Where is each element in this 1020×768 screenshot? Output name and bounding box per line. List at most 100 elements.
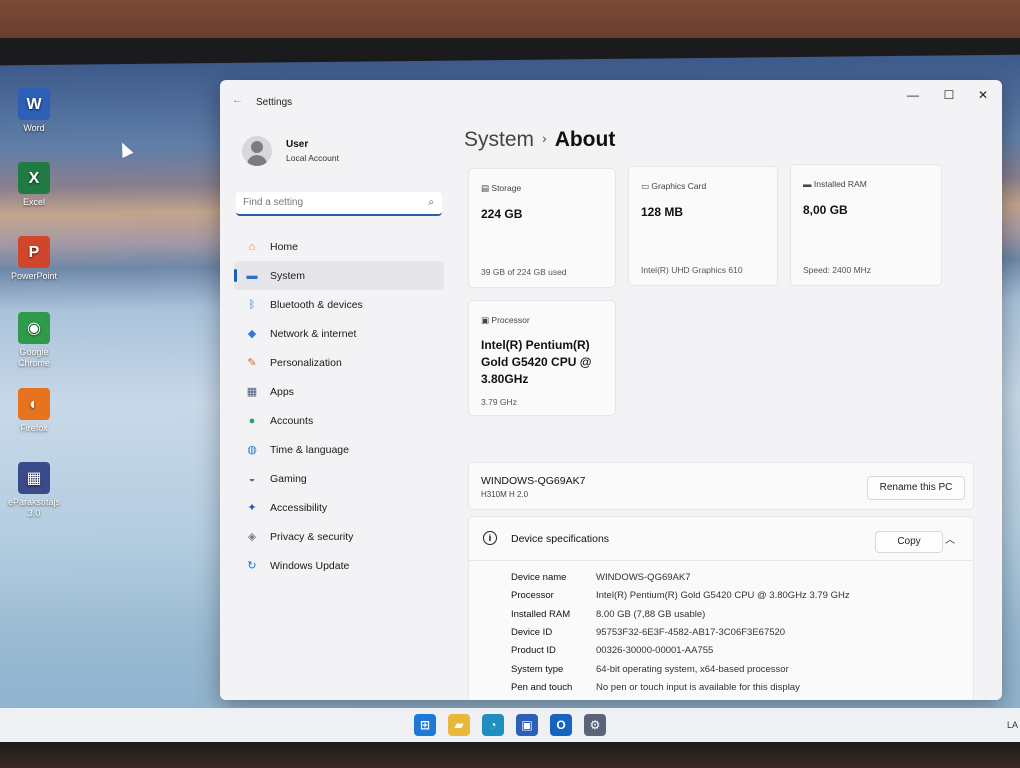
graphics-value: 128 MB (641, 205, 684, 219)
storage-label: ▤ Storage (481, 183, 522, 193)
sidebar-item-label: Bluetooth & devices (270, 298, 363, 311)
powerpoint-icon: P (18, 236, 50, 268)
desktop-icon-firefox[interactable]: ◐ Firefox (4, 388, 64, 434)
monitor-bezel-bottom (0, 742, 1020, 768)
search-input[interactable]: Find a setting ⌕ (236, 192, 442, 216)
sidebar-item-label: Home (270, 240, 299, 253)
account-type: Local Account (286, 153, 339, 163)
search-icon: ⌕ (428, 197, 434, 208)
edge-icon[interactable]: ◔ (482, 714, 504, 736)
system-icon: ▬ (246, 269, 258, 282)
sidebar-item-home[interactable]: ⌂ Home (234, 232, 444, 261)
chevron-right-icon: › (542, 130, 547, 146)
ram-icon: ▬ (803, 179, 814, 189)
file-explorer-icon[interactable]: ▰ (448, 714, 470, 736)
spec-row: Processor Intel(R) Pentium(R) Gold G5420 … (511, 590, 971, 608)
desktop-icon-label: Excel (22, 197, 45, 207)
nav-list: ⌂ Home ▬ System ᛒ Bluetooth & devices ◆ Network… (232, 232, 444, 580)
word-icon: W (18, 88, 50, 120)
storage-icon: ▤ (481, 183, 492, 193)
maximize-button[interactable]: ☐ (932, 84, 966, 106)
settings-window: ← Settings — ☐ ✕ User Local Account Find… (220, 80, 1002, 700)
page-title: About (554, 128, 616, 151)
processor-icon: ▣ (481, 315, 492, 325)
sidebar-item-label: Network & internet (270, 327, 357, 340)
desktop-icon-google-chrome[interactable]: ◉ Google Chrome (4, 312, 64, 369)
processor-sub: 3.79 GHz (481, 397, 517, 407)
sidebar-item-bluetooth-devices[interactable]: ᛒ Bluetooth & devices (234, 290, 444, 319)
app-title: Settings (256, 97, 293, 108)
back-arrow-icon[interactable]: ← (232, 94, 243, 106)
graphics-card-card[interactable]: ▭ Graphics Card 128 MB Intel(R) UHD Grap… (628, 166, 778, 286)
sidebar-item-label: Windows Update (270, 559, 350, 572)
sidebar-item-time-language[interactable]: ◍ Time & language (234, 435, 444, 464)
minimize-button[interactable]: — (896, 84, 930, 106)
ram-label: ▬ Installed RAM (803, 179, 867, 189)
outlook-icon[interactable]: O (550, 714, 572, 736)
rename-pc-button[interactable]: Rename this PC (867, 476, 965, 500)
processor-label: ▣ Processor (481, 315, 530, 325)
sidebar-item-label: Accounts (270, 414, 314, 427)
main-content: System › About (464, 120, 994, 158)
shield-icon: ◈ (247, 531, 257, 543)
brush-icon: ✎ (247, 357, 257, 369)
sidebar-item-apps[interactable]: ▦ Apps (234, 377, 444, 406)
spec-row: System type 64-bit operating system, x64-… (511, 664, 971, 682)
eparakst-t-js-3-0-icon: ▦ (18, 462, 50, 494)
sidebar-item-privacy-security[interactable]: ◈ Privacy & security (234, 522, 444, 551)
spec-value: 95753F32-6E3F-4582-AB17-3C06F3E67520 (596, 626, 786, 638)
processor-card[interactable]: ▣ Processor Intel(R) Pentium(R) Gold G54… (468, 300, 616, 416)
close-button[interactable]: ✕ (966, 84, 1000, 106)
spec-value: No pen or touch input is available for t… (596, 681, 800, 693)
desktop-icon-label: eParakstītājs 3.0 (7, 497, 61, 518)
spec-row: Pen and touch No pen or touch input is av… (511, 682, 971, 700)
globe-icon: ◍ (247, 444, 257, 456)
desktop-icon-powerpoint[interactable]: P PowerPoint (4, 236, 64, 282)
start-icon[interactable]: ⊞ (414, 714, 436, 736)
sidebar-item-personalization[interactable]: ✎ Personalization (234, 348, 444, 377)
desktop-icon-label: Google Chrome (17, 347, 50, 368)
sidebar-item-label: System (270, 269, 306, 282)
spec-key: Device name (511, 572, 567, 583)
sidebar-item-accounts[interactable]: ● Accounts (234, 406, 444, 435)
breadcrumb: System › About (464, 128, 994, 158)
pc-model: H310M H 2.0 (481, 490, 529, 499)
spec-key: System type (511, 663, 564, 675)
device-specifications-title: Device specifications (511, 533, 610, 545)
graphics-card-icon: ▭ (641, 181, 652, 191)
spec-key: Product ID (511, 645, 556, 657)
ram-card[interactable]: ▬ Installed RAM 8,00 GB Speed: 2400 MHz (790, 164, 942, 286)
excel-icon: X (18, 162, 50, 194)
sidebar: User Local Account Find a setting ⌕ ⌂ Hom… (232, 128, 444, 580)
desktop-icon-eparakst-t-js-3-0[interactable]: ▦ eParakstītājs 3.0 (4, 462, 64, 519)
user-profile[interactable]: User Local Account (242, 128, 444, 174)
settings-icon[interactable]: ⚙ (584, 714, 606, 736)
store-icon[interactable]: ▣ (516, 714, 538, 736)
storage-sub: 39 GB of 224 GB used (481, 267, 567, 277)
pc-name-card: WINDOWS-QG69AK7 H310M H 2.0 Rename this … (468, 462, 974, 510)
update-icon: ↻ (247, 560, 257, 572)
storage-value: 224 GB (481, 207, 523, 221)
bluetooth-icon: ᛒ (248, 298, 256, 311)
storage-card[interactable]: ▤ Storage 224 GB 39 GB of 224 GB used (468, 168, 616, 288)
chevron-up-icon[interactable]: ︿ (945, 531, 955, 546)
desktop-icon-label: Firefox (20, 423, 48, 433)
sidebar-item-accessibility[interactable]: ✦ Accessibility (234, 493, 444, 522)
desktop-icon-excel[interactable]: X Excel (4, 162, 64, 208)
device-specifications-header[interactable]: i Device specifications Copy ︿ (469, 517, 973, 561)
copy-button[interactable]: Copy (875, 531, 943, 553)
sidebar-item-system[interactable]: ▬ System (234, 261, 444, 290)
breadcrumb-parent[interactable]: System (464, 128, 534, 151)
sidebar-item-windows-update[interactable]: ↻ Windows Update (234, 551, 444, 580)
sidebar-item-label: Personalization (270, 356, 342, 369)
pc-name: WINDOWS-QG69AK7 (481, 475, 586, 487)
avatar (242, 136, 272, 166)
sidebar-item-gaming[interactable]: ◒ Gaming (234, 464, 444, 493)
spec-row: Device ID 95753F32-6E3F-4582-AB17-3C06F3E… (511, 627, 971, 645)
device-specifications-panel: i Device specifications Copy ︿ Device na… (468, 516, 974, 700)
sidebar-item-network-internet[interactable]: ◆ Network & internet (234, 319, 444, 348)
taskbar: ⊞ ▰ ◔ ▣ O ⚙ (0, 708, 1020, 742)
spec-key: Installed RAM (511, 608, 571, 620)
search-placeholder: Find a setting (243, 197, 304, 208)
desktop-icon-word[interactable]: W Word (4, 88, 64, 134)
